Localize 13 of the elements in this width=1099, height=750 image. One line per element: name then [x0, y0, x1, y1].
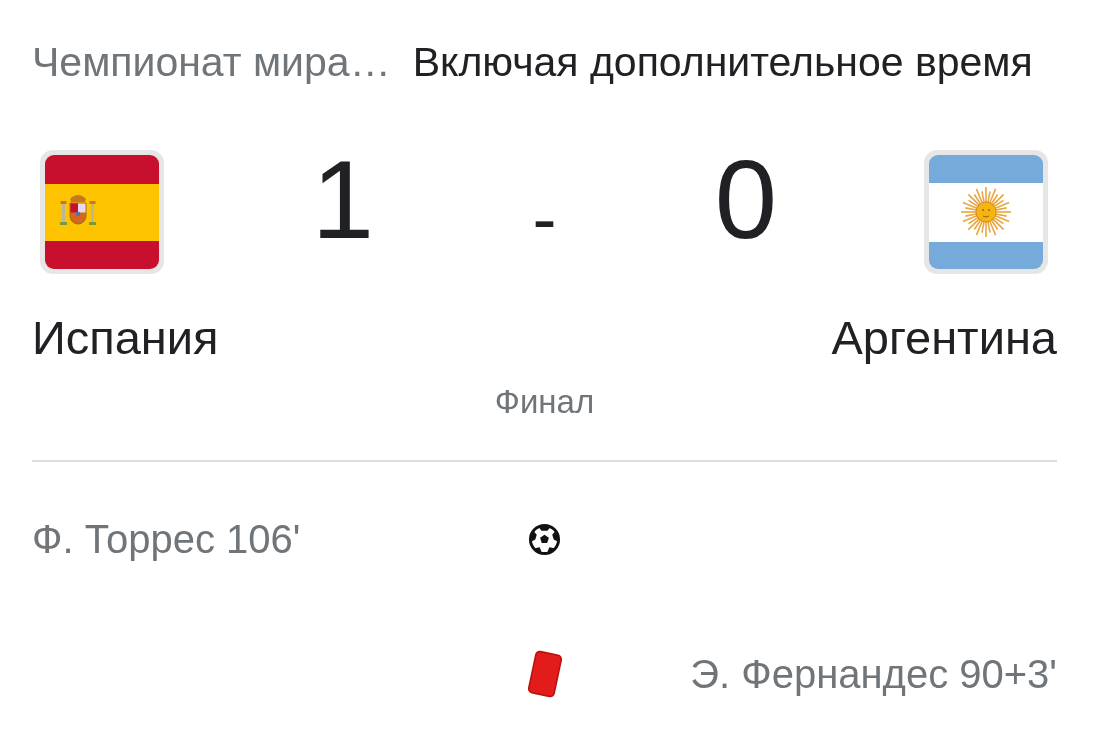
- match-status: Финал: [494, 382, 595, 422]
- spain-flag-icon: [40, 150, 164, 274]
- team-name: Аргентина: [831, 313, 1057, 363]
- team-score: 1: [310, 150, 376, 250]
- extra-time-note: Включая дополнительное время: [412, 40, 1033, 84]
- argentina-flag-icon: [924, 150, 1048, 274]
- event-player-minute: Э. Фернандес 90+3': [690, 651, 1057, 698]
- team-score: 0: [713, 150, 779, 250]
- score-separator: -: [532, 188, 557, 248]
- soccer-ball-icon: [528, 522, 561, 556]
- competition-name: Чемпионат мира…: [32, 40, 391, 84]
- event-player-minute: Ф. Торрес 106': [32, 516, 301, 563]
- team-name: Испания: [32, 313, 219, 363]
